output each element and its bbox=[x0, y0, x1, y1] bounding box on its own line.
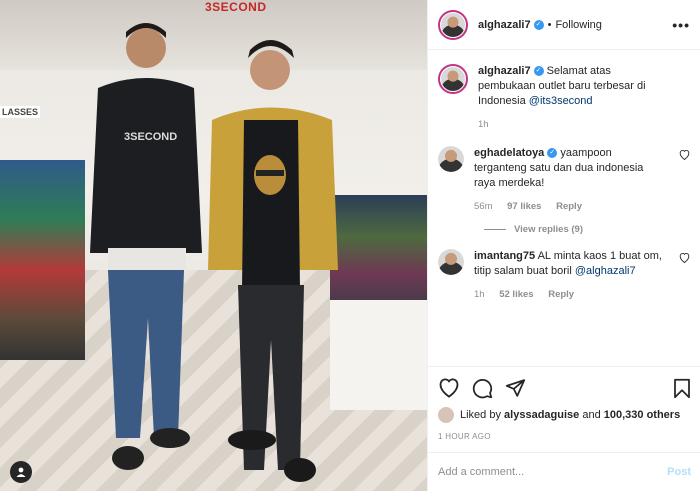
clothing-shelf-left bbox=[0, 160, 85, 360]
person-right bbox=[208, 40, 338, 482]
liked-by-user[interactable]: alyssadaguise bbox=[504, 409, 579, 421]
separator-dot: • bbox=[547, 18, 552, 31]
store-sign: 3SECOND bbox=[205, 0, 267, 14]
post-timestamp[interactable]: 1 HOUR AGO bbox=[438, 432, 691, 441]
glasses-sign: LASSES bbox=[0, 106, 41, 118]
liked-by-count[interactable]: 100,330 others bbox=[604, 409, 680, 421]
comment-likes[interactable]: 52 likes bbox=[499, 289, 533, 300]
view-replies-label: View replies (9) bbox=[514, 224, 583, 235]
verified-icon: ✓ bbox=[533, 19, 544, 30]
caption-mention[interactable]: @its3second bbox=[529, 95, 593, 107]
author-avatar[interactable] bbox=[438, 9, 468, 40]
comment-likes[interactable]: 97 likes bbox=[507, 201, 541, 212]
post-photo[interactable]: 3SECOND LASSES 3SECOND bbox=[0, 0, 427, 491]
clothing-shelf-right bbox=[330, 195, 427, 315]
view-replies-button[interactable]: View replies (9) bbox=[484, 224, 690, 235]
commenter-avatar[interactable] bbox=[438, 249, 464, 275]
comment-heart-icon[interactable] bbox=[679, 253, 690, 263]
share-icon[interactable] bbox=[505, 378, 526, 398]
liked-by-prefix: Liked by bbox=[460, 409, 501, 421]
add-comment-bar: Add a comment... Post bbox=[428, 452, 700, 491]
more-options-icon[interactable]: ••• bbox=[672, 17, 690, 33]
display-table bbox=[330, 300, 427, 410]
reply-button[interactable]: Reply bbox=[548, 289, 574, 300]
caption-time[interactable]: 1h bbox=[478, 119, 489, 130]
heart-icon[interactable] bbox=[438, 378, 460, 398]
replies-line bbox=[484, 229, 506, 230]
verified-icon: ✓ bbox=[547, 148, 558, 159]
comment-time[interactable]: 56m bbox=[474, 201, 492, 212]
liker-avatar[interactable] bbox=[438, 407, 454, 423]
shirt-logo: 3SECOND bbox=[124, 131, 177, 143]
comment-mention[interactable]: @alghazali7 bbox=[575, 265, 636, 277]
comment-icon[interactable] bbox=[472, 378, 493, 399]
verified-icon: ✓ bbox=[533, 66, 544, 77]
liked-by-and: and bbox=[582, 409, 601, 421]
post-comment-button[interactable]: Post bbox=[667, 466, 691, 478]
post-actions: Liked by alyssadaguise and 100,330 other… bbox=[428, 366, 700, 441]
likes-summary: Liked by alyssadaguise and 100,330 other… bbox=[438, 407, 691, 423]
comment-item: imantang75 AL minta kaos 1 buat om, titi… bbox=[438, 249, 690, 302]
following-button[interactable]: Following bbox=[555, 19, 601, 31]
comment-heart-icon[interactable] bbox=[679, 150, 690, 160]
caption-username[interactable]: alghazali7 bbox=[478, 65, 531, 77]
comment-username[interactable]: imantang75 bbox=[474, 250, 535, 262]
post-side-panel: alghazali7 ✓ • Following ••• alghazali7 ✓… bbox=[427, 0, 700, 491]
comment-item: eghadelatoya ✓ yaampoon terganteng satu d… bbox=[438, 146, 690, 214]
comment-username[interactable]: eghadelatoya bbox=[474, 147, 544, 159]
person-left: 3SECOND bbox=[90, 23, 202, 470]
author-username[interactable]: alghazali7 bbox=[478, 19, 531, 31]
commenter-avatar[interactable] bbox=[438, 146, 464, 172]
comment-time[interactable]: 1h bbox=[474, 289, 485, 300]
caption: alghazali7 ✓ Selamat atas pembukaan outle… bbox=[438, 64, 690, 132]
instagram-post-modal: 3SECOND LASSES 3SECOND alghazali7 ✓ • Fo… bbox=[0, 0, 700, 491]
post-header: alghazali7 ✓ • Following ••• bbox=[428, 0, 700, 50]
bookmark-icon[interactable] bbox=[673, 378, 691, 399]
reply-button[interactable]: Reply bbox=[556, 201, 582, 212]
caption-avatar[interactable] bbox=[438, 64, 468, 94]
add-comment-input[interactable]: Add a comment... bbox=[438, 466, 524, 478]
user-tag-icon[interactable] bbox=[10, 461, 32, 483]
comments-list: alghazali7 ✓ Selamat atas pembukaan outle… bbox=[428, 50, 700, 364]
